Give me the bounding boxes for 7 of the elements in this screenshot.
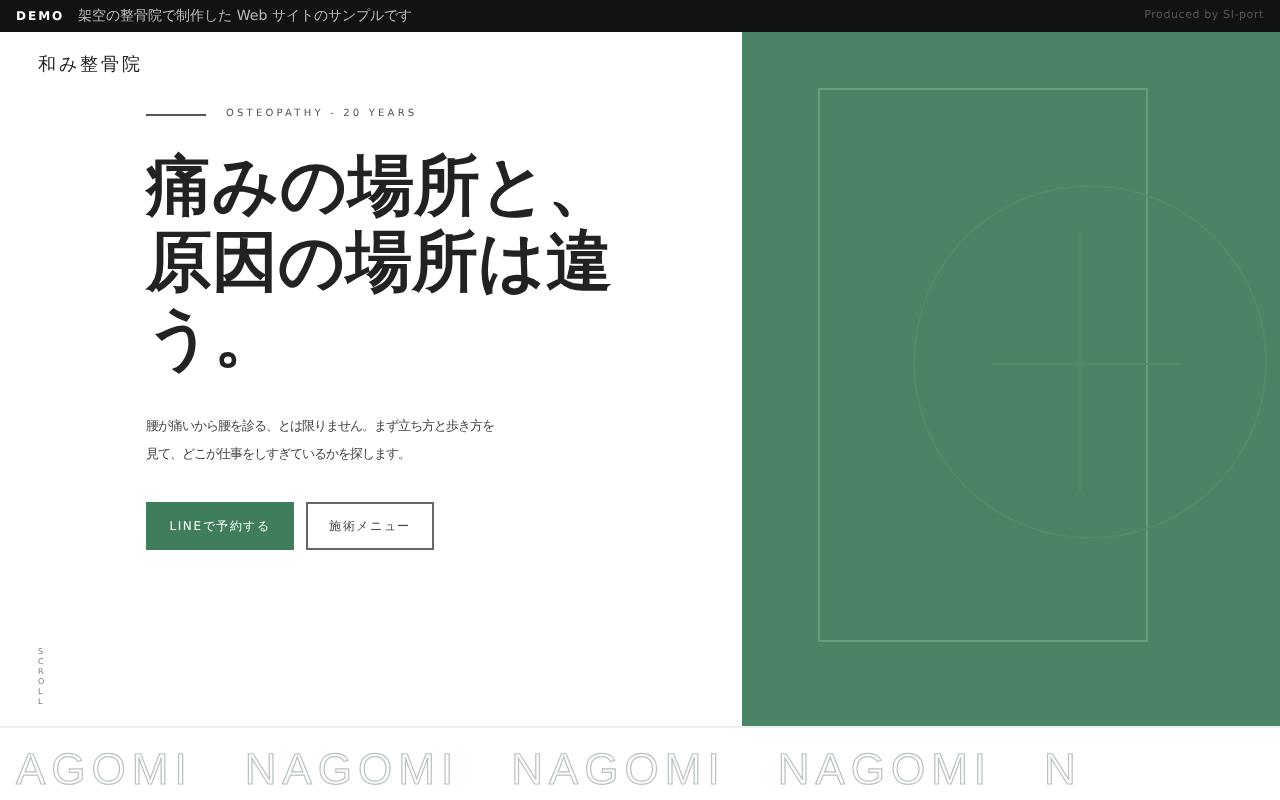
site-logo[interactable]: 和み整骨院 [38,52,143,78]
brand-word: AGOMI [16,746,193,798]
brand-word: NAGOMI [777,746,993,798]
brand-word: N [1044,746,1082,798]
brand-word: NAGOMI [244,746,460,798]
hero-headline: 痛みの場所と、原因の場所は違う。 [146,148,616,376]
brand-word: NAGOMI [511,746,726,798]
